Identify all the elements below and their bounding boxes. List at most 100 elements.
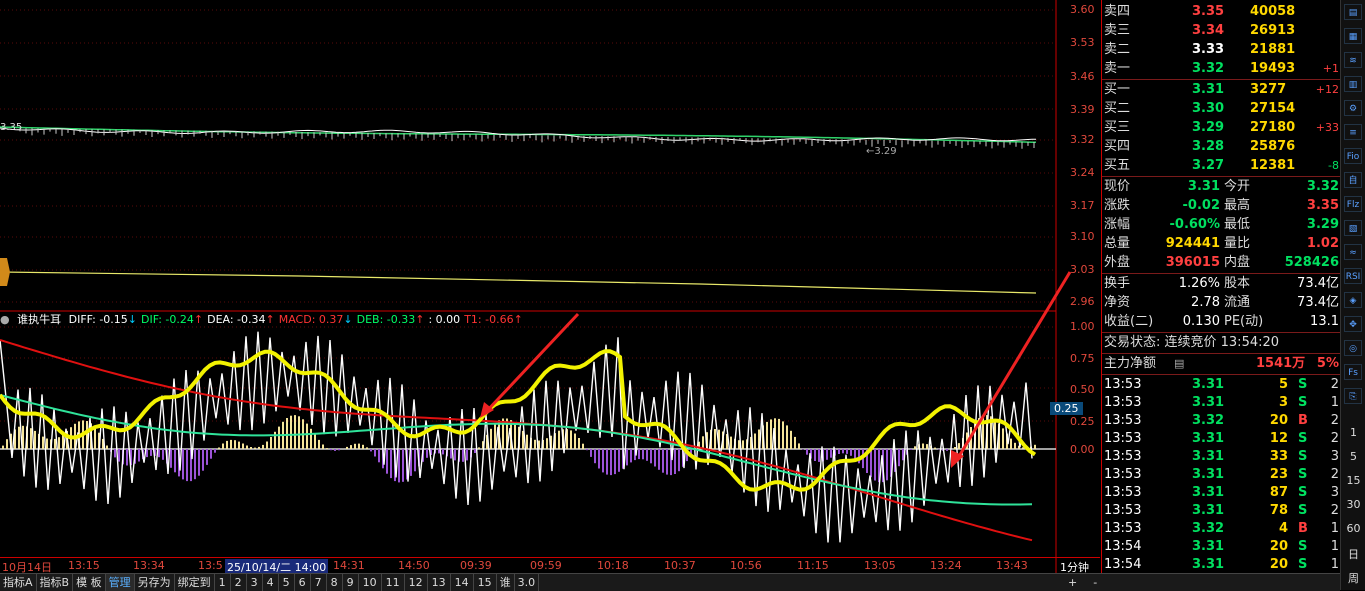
zoom-in-button[interactable]: +: [1060, 574, 1085, 591]
ask-row[interactable]: 卖二3.3321881: [1102, 40, 1341, 59]
toolbar-icon[interactable]: ✥: [1344, 316, 1362, 332]
toolbar-icon[interactable]: ▥: [1344, 76, 1362, 92]
macd-histogram-bar: [790, 431, 792, 449]
toolbar-icon[interactable]: 自: [1344, 172, 1362, 188]
macd-histogram-bar: [242, 444, 244, 450]
bottom-tab[interactable]: 15: [474, 574, 497, 591]
list-icon[interactable]: ▤: [1174, 354, 1184, 373]
bid-label: 买二: [1104, 99, 1130, 118]
bid-row[interactable]: 买二3.3027154: [1102, 99, 1341, 118]
macd-histogram-bar: [366, 447, 368, 449]
bottom-tab[interactable]: 绑定到: [175, 574, 215, 591]
divider: [1102, 374, 1341, 375]
bottom-tab[interactable]: 13: [428, 574, 451, 591]
fundamental-value: 13.1: [1310, 312, 1339, 331]
bottom-tab[interactable]: 5: [279, 574, 295, 591]
bottom-tab[interactable]: 12: [405, 574, 428, 591]
trend-arrow-icon: ↑: [415, 313, 424, 326]
tick-volume: 20: [1270, 538, 1288, 556]
bid-price: 3.30: [1192, 99, 1224, 118]
main-force-row[interactable]: 主力净额▤1541万5%: [1102, 354, 1341, 373]
bottom-tab[interactable]: 谁: [497, 574, 515, 591]
macd-histogram-bar: [162, 449, 164, 460]
bottom-tab[interactable]: 9: [343, 574, 359, 591]
macd-histogram-bar: [666, 449, 668, 475]
bid-label: 买四: [1104, 137, 1130, 156]
bottom-tab[interactable]: 6: [295, 574, 311, 591]
tick-count: 3: [1331, 448, 1339, 466]
toolbar-icon[interactable]: ▧: [1344, 220, 1362, 236]
zoom-out-button[interactable]: -: [1085, 574, 1105, 591]
bottom-tab[interactable]: 模 板: [73, 574, 106, 591]
bottom-tab[interactable]: 7: [311, 574, 327, 591]
macd-histogram-bar: [490, 429, 492, 449]
toolbar-icon[interactable]: ⚙: [1344, 100, 1362, 116]
indicator-toggle-icon[interactable]: ●: [0, 313, 10, 326]
quote-value: 3.29: [1307, 215, 1339, 234]
macd-histogram-bar: [646, 449, 648, 461]
period-button[interactable]: 5: [1341, 450, 1365, 463]
tick-time: 13:53: [1104, 502, 1141, 520]
price-tick-label: 3.10: [1070, 230, 1095, 243]
macd-histogram-bar: [194, 449, 196, 479]
period-button[interactable]: 15: [1341, 474, 1365, 487]
tick-side: S: [1298, 394, 1307, 412]
bottom-tab[interactable]: 管理: [106, 574, 135, 591]
macd-histogram-bar: [58, 437, 60, 449]
macd-histogram-bar: [606, 449, 608, 475]
bottom-tab[interactable]: 14: [451, 574, 474, 591]
bid-row[interactable]: 买三3.2927180+33: [1102, 118, 1341, 137]
toolbar-icon[interactable]: ▤: [1344, 4, 1362, 20]
period-button[interactable]: 日: [1341, 546, 1365, 562]
time-label: 11:15: [797, 559, 829, 572]
bid-row[interactable]: 买一3.313277+12: [1102, 80, 1341, 99]
period-button[interactable]: 1: [1341, 426, 1365, 439]
bottom-tab[interactable]: 4: [263, 574, 279, 591]
tick-row: 13:533.3187S3: [1102, 484, 1341, 502]
toolbar-icon[interactable]: ⎘: [1344, 388, 1362, 404]
bottom-tab[interactable]: 指标A: [0, 574, 37, 591]
bottom-tab[interactable]: 3: [247, 574, 263, 591]
toolbar-icon[interactable]: ≈: [1344, 244, 1362, 260]
bottom-tab[interactable]: 11: [382, 574, 405, 591]
chart-canvas[interactable]: 3.35←3.29: [0, 0, 1100, 573]
ask-row[interactable]: 卖三3.3426913: [1102, 21, 1341, 40]
toolbar-icon[interactable]: ≡: [1344, 124, 1362, 140]
bottom-tab[interactable]: 指标B: [37, 574, 74, 591]
bottom-tab[interactable]: 2: [231, 574, 247, 591]
quote-label: 现价: [1104, 177, 1130, 196]
ask-row[interactable]: 卖一3.3219493+1: [1102, 59, 1341, 78]
period-button[interactable]: 30: [1341, 498, 1365, 511]
toolbar-icon[interactable]: ≋: [1344, 52, 1362, 68]
bottom-tab[interactable]: 3.0: [515, 574, 540, 591]
price-tick-label: 3.53: [1070, 36, 1095, 49]
macd-histogram-bar: [34, 431, 36, 449]
toolbar-icon[interactable]: RSI: [1344, 268, 1362, 284]
bid-row[interactable]: 买五3.2712381-8: [1102, 156, 1341, 175]
quote-label: 总量: [1104, 234, 1130, 253]
ask-row[interactable]: 卖四3.3540058: [1102, 2, 1341, 21]
bottom-tab[interactable]: 10: [359, 574, 382, 591]
time-label: 13:34: [133, 559, 165, 572]
period-button[interactable]: 60: [1341, 522, 1365, 535]
macd-histogram-bar: [286, 418, 288, 449]
toolbar-icon[interactable]: Flz: [1344, 196, 1362, 212]
bid-row[interactable]: 买四3.2825876: [1102, 137, 1341, 156]
macd-histogram-bar: [650, 449, 652, 463]
bottom-tab[interactable]: 另存为: [135, 574, 175, 591]
toolbar-icon[interactable]: ◈: [1344, 292, 1362, 308]
indicator-name[interactable]: 谁执牛耳: [17, 313, 61, 326]
macd-histogram-bar: [922, 444, 924, 450]
price-tick-label: 3.32: [1070, 133, 1095, 146]
bottom-tab[interactable]: 1: [215, 574, 231, 591]
toolbar-icon[interactable]: ◎: [1344, 340, 1362, 356]
toolbar-icon[interactable]: Fs: [1344, 364, 1362, 380]
period-button[interactable]: 周: [1341, 570, 1365, 586]
bottom-tab[interactable]: 8: [327, 574, 343, 591]
toolbar-icon[interactable]: Fio: [1344, 148, 1362, 164]
macd-histogram-bar: [354, 444, 356, 449]
chart-area[interactable]: 3.35←3.29 3.603.533.463.393.323.243.173.…: [0, 0, 1100, 573]
macd-histogram-bar: [1002, 428, 1004, 449]
toolbar-icon[interactable]: ▦: [1344, 28, 1362, 44]
fundamental-label: 净资: [1104, 293, 1130, 312]
